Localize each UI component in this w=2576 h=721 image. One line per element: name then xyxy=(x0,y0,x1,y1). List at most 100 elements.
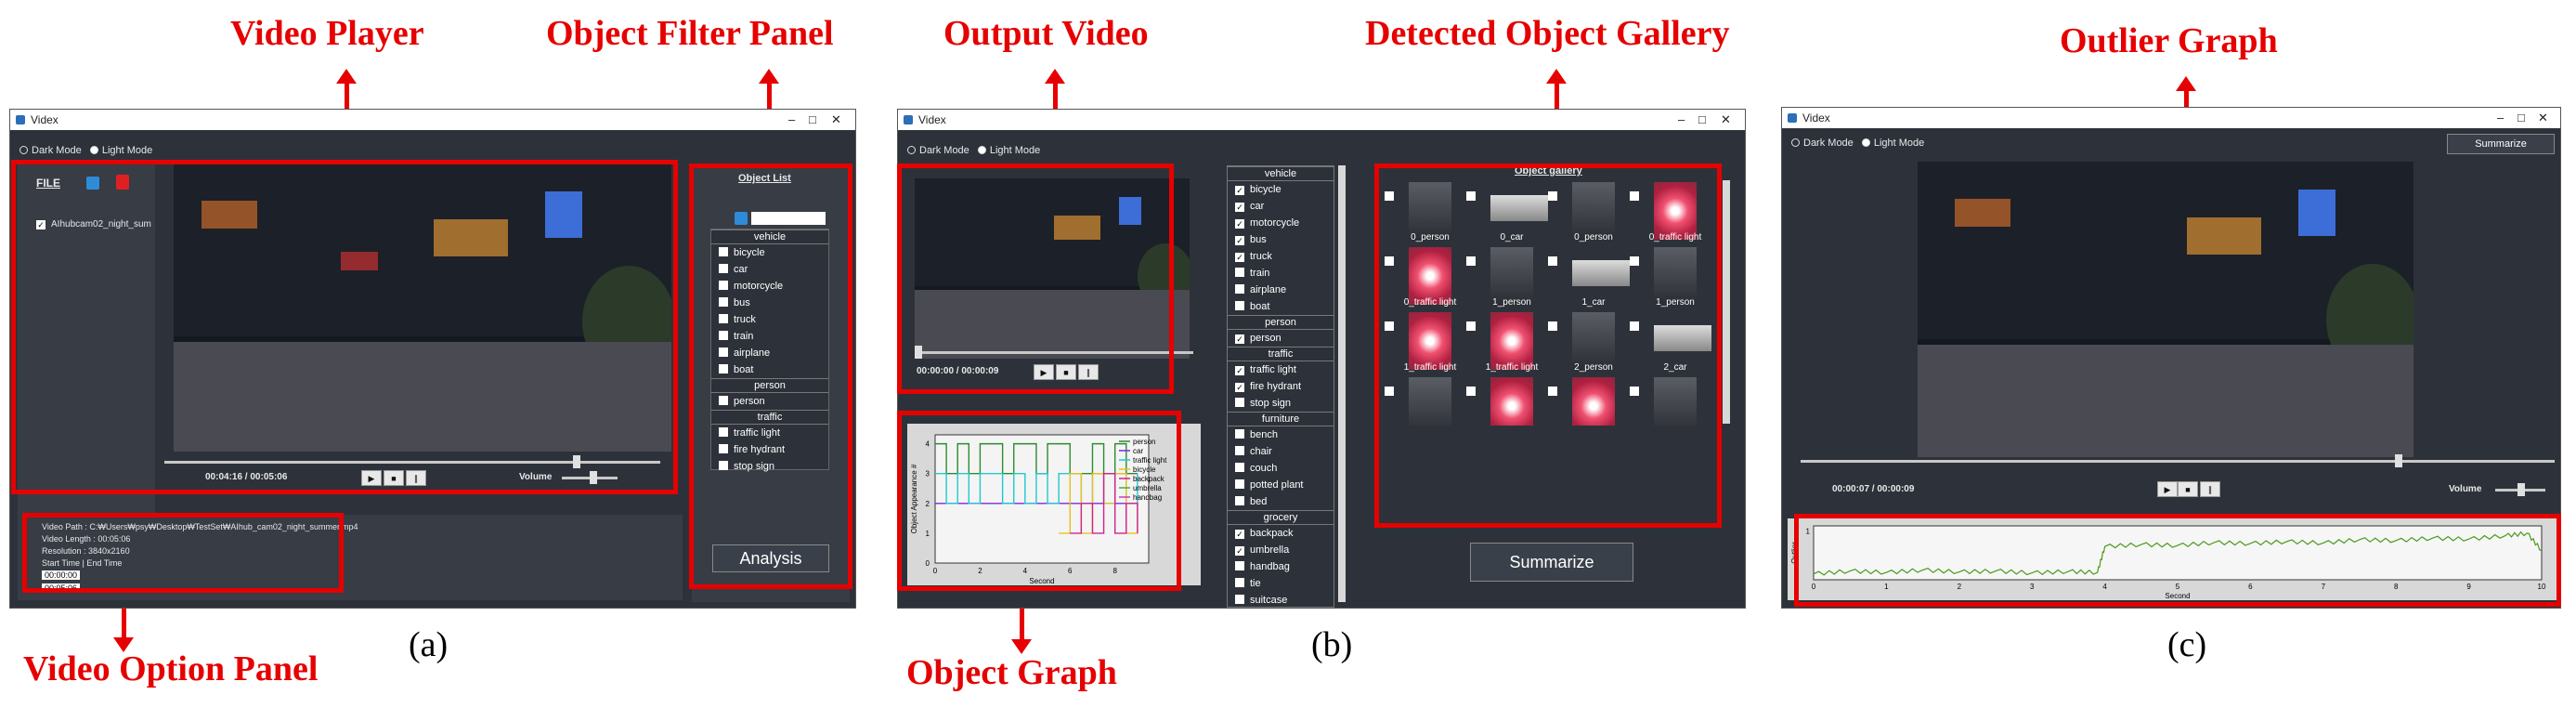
object-checkbox[interactable] xyxy=(1235,429,1244,439)
object-checkbox[interactable] xyxy=(1235,595,1244,604)
object-checkbox[interactable] xyxy=(1235,496,1244,505)
gallery-thumbnail-person[interactable] xyxy=(1409,377,1451,426)
volume-knob[interactable] xyxy=(590,471,597,484)
object-list-item[interactable]: train xyxy=(711,328,828,345)
gallery-checkbox[interactable] xyxy=(1548,387,1557,396)
file-list-item[interactable]: ✓ AIhubcam02_night_sum xyxy=(36,219,151,229)
gallery-checkbox[interactable] xyxy=(1548,256,1557,266)
gallery-thumbnail-person[interactable] xyxy=(1409,182,1451,240)
file-checkbox[interactable]: ✓ xyxy=(36,220,46,229)
start-time-field[interactable]: 00:00:00 xyxy=(42,570,81,580)
object-list-item[interactable]: ✓ fire hydrant xyxy=(1228,378,1334,395)
object-checkbox[interactable]: ✓ xyxy=(1235,203,1244,212)
volume-slider[interactable] xyxy=(562,471,618,484)
gallery-thumbnail-person[interactable] xyxy=(1654,247,1697,305)
object-checkbox[interactable] xyxy=(719,364,728,374)
object-checkbox[interactable] xyxy=(719,264,728,273)
object-checkbox[interactable]: ✓ xyxy=(1235,383,1244,392)
object-checkbox[interactable]: ✓ xyxy=(1235,366,1244,375)
object-list-item[interactable]: bicycle xyxy=(711,244,828,261)
search-input[interactable] xyxy=(751,212,826,225)
minimize-button[interactable]: – xyxy=(1678,110,1685,130)
delete-file-icon[interactable] xyxy=(116,175,129,190)
object-list-item[interactable]: potted plant xyxy=(1228,477,1334,493)
video-seek-slider[interactable] xyxy=(164,455,660,468)
object-list-item[interactable]: bus xyxy=(711,295,828,311)
object-list-item[interactable]: bed xyxy=(1228,493,1334,510)
object-checkbox[interactable] xyxy=(719,281,728,290)
analysis-button[interactable]: Analysis xyxy=(712,544,829,572)
object-list-item[interactable]: truck xyxy=(711,311,828,328)
gallery-thumbnail-person[interactable] xyxy=(1572,312,1615,370)
minimize-button[interactable]: – xyxy=(2497,108,2504,128)
close-button[interactable]: ✕ xyxy=(1721,110,1731,130)
dark-mode-radio[interactable] xyxy=(1791,138,1800,147)
gallery-thumbnail-light[interactable] xyxy=(1490,377,1533,426)
gallery-checkbox[interactable] xyxy=(1466,387,1476,396)
gallery-checkbox[interactable] xyxy=(1385,256,1394,266)
summarize-button[interactable]: Summarize xyxy=(1470,543,1633,582)
gallery-checkbox[interactable] xyxy=(1630,256,1639,266)
object-checkbox[interactable]: ✓ xyxy=(1235,334,1244,344)
object-list-item[interactable]: ✓ traffic light xyxy=(1228,361,1334,378)
gallery-checkbox[interactable] xyxy=(1548,321,1557,331)
object-list-item[interactable]: ✓ truck xyxy=(1228,248,1334,265)
gallery-checkbox[interactable] xyxy=(1385,191,1394,201)
add-file-icon[interactable] xyxy=(86,177,99,190)
object-checkbox[interactable] xyxy=(1235,463,1244,472)
gallery-checkbox[interactable] xyxy=(1466,256,1476,266)
summary-seek-slider[interactable] xyxy=(1801,454,2555,467)
object-list-item[interactable]: ✓ car xyxy=(1228,198,1334,215)
pause-button[interactable]: ∥ xyxy=(1078,364,1099,380)
gallery-checkbox[interactable] xyxy=(1466,191,1476,201)
light-mode-radio[interactable] xyxy=(89,146,98,154)
object-list-item[interactable]: stop sign xyxy=(1228,395,1334,412)
light-mode-radio[interactable] xyxy=(977,146,986,154)
play-button[interactable]: ▶ xyxy=(361,470,382,486)
close-button[interactable]: ✕ xyxy=(831,110,841,130)
object-checkbox[interactable] xyxy=(1235,301,1244,310)
maximize-button[interactable]: □ xyxy=(2517,108,2525,128)
gallery-checkbox[interactable] xyxy=(1630,387,1639,396)
gallery-thumbnail-person[interactable] xyxy=(1654,377,1697,426)
volume-slider[interactable] xyxy=(2495,483,2545,496)
object-checkbox[interactable] xyxy=(719,444,728,453)
object-checkbox[interactable] xyxy=(1235,578,1244,587)
object-checkbox[interactable] xyxy=(1235,479,1244,489)
output-seek-slider[interactable] xyxy=(915,346,1193,359)
pause-button[interactable]: ∥ xyxy=(2200,481,2220,497)
object-list-item[interactable]: bench xyxy=(1228,426,1334,443)
object-checkbox[interactable] xyxy=(1235,284,1244,294)
gallery-thumbnail-car[interactable] xyxy=(1654,325,1711,351)
stop-button[interactable]: ■ xyxy=(384,470,404,486)
dark-mode-radio[interactable] xyxy=(907,146,916,154)
gallery-thumbnail-car[interactable] xyxy=(1572,260,1630,286)
object-checkbox[interactable] xyxy=(1235,446,1244,455)
gallery-thumbnail-light[interactable] xyxy=(1409,247,1451,305)
gallery-thumbnail-light[interactable] xyxy=(1572,377,1615,426)
minimize-button[interactable]: – xyxy=(788,110,795,130)
gallery-checkbox[interactable] xyxy=(1630,321,1639,331)
gallery-checkbox[interactable] xyxy=(1385,387,1394,396)
gallery-scrollbar[interactable] xyxy=(1723,180,1730,424)
maximize-button[interactable]: □ xyxy=(809,110,816,130)
object-list-item[interactable]: chair xyxy=(1228,443,1334,460)
object-list-item[interactable]: ✓ umbrella xyxy=(1228,542,1334,558)
volume-knob[interactable] xyxy=(2517,483,2525,496)
seek-knob[interactable] xyxy=(2395,454,2402,467)
object-list-item[interactable]: traffic light xyxy=(711,425,828,441)
close-button[interactable]: ✕ xyxy=(2538,108,2548,128)
gallery-thumbnail-car[interactable] xyxy=(1490,195,1548,221)
object-list-item[interactable]: ✓ person xyxy=(1228,330,1334,347)
object-checkbox[interactable] xyxy=(719,461,728,470)
summarize-button[interactable]: Summarize xyxy=(2447,134,2555,154)
object-checkbox[interactable]: ✓ xyxy=(1235,253,1244,262)
object-checkbox[interactable]: ✓ xyxy=(1235,236,1244,245)
category-list-scrollbar[interactable] xyxy=(1338,165,1346,602)
object-list-item[interactable]: motorcycle xyxy=(711,278,828,295)
object-list-item[interactable]: airplane xyxy=(711,345,828,361)
object-checkbox[interactable] xyxy=(719,247,728,256)
search-icon[interactable] xyxy=(735,212,748,225)
object-list-item[interactable]: boat xyxy=(711,361,828,378)
object-list-item[interactable]: ✓ bus xyxy=(1228,231,1334,248)
